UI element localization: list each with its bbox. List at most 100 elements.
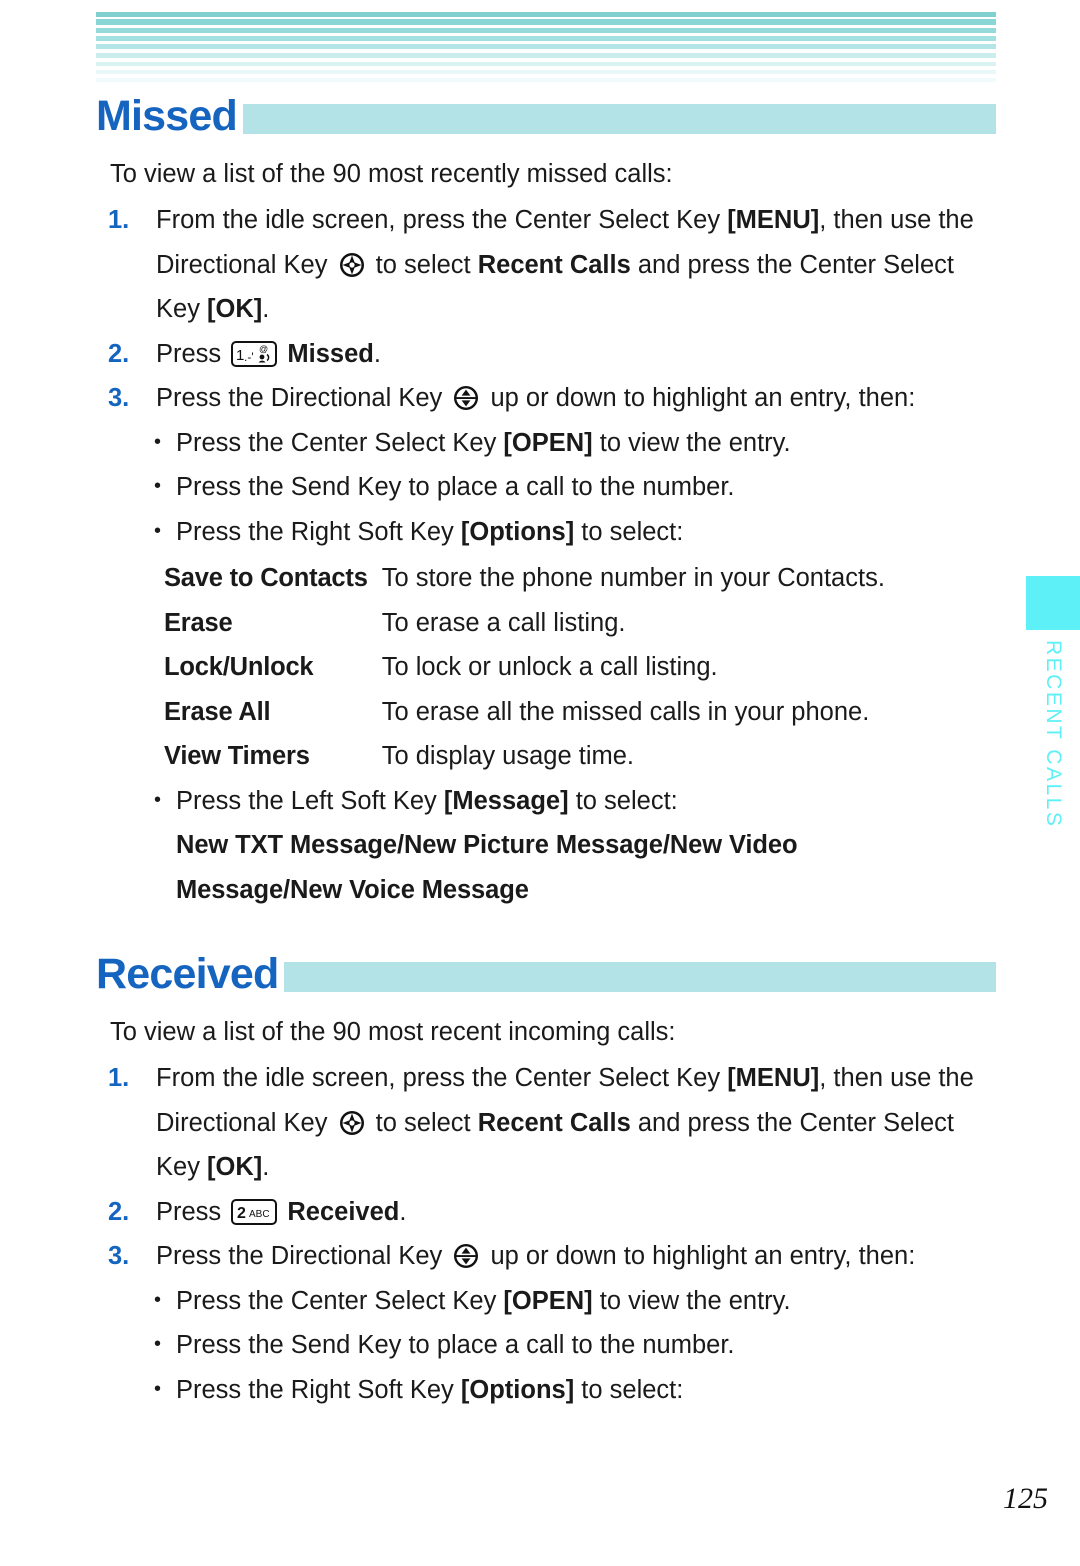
bullet-text-after: to view the entry. [592,428,791,457]
bullet-text-after: to view the entry. [592,1286,791,1315]
step1-fragment-a: From the idle screen, press the Center S… [156,206,728,234]
bullet-bold-options: [Options] [460,517,575,546]
table-row: Save to Contacts To store the phone numb… [164,556,885,601]
message-options-line-2: Message/New Voice Message [176,875,529,904]
option-term: Lock/Unlock [164,653,314,681]
bullet-text-after: to select: [574,1375,684,1404]
step-number: 3. [108,1242,130,1270]
directional-suffix: up or down to highlight an entry, [490,1242,852,1270]
svg-text:.-': .-' [244,350,254,364]
step-3-received: 3. Press the Directional Key up or down … [108,1234,996,1279]
bullet-bold-open: [OPEN] [503,428,593,457]
svg-text:2: 2 [237,1205,246,1222]
intro-text-missed: To view a list of the 90 most recently m… [110,160,673,188]
step-2-missed: 2. Press 1 .-' @ Missed. [108,332,996,377]
bullet-text-before: Press the Right Soft Key [176,517,461,546]
bullet-text-before: Press the Right Soft Key [176,1375,461,1404]
bullet-options: Press the Right Soft Key [Options] to se… [154,1367,996,1413]
step1-fragment-c: to select [368,1108,478,1137]
bullet-text-before: Press the Center Select Key [176,428,504,457]
option-term: Erase [164,608,233,637]
missed-bold-label: Missed [287,339,374,368]
svg-text:@: @ [259,344,268,354]
table-row: Erase All To erase all the missed calls … [164,690,885,735]
step-number: 2. [108,339,130,368]
bullet-open-entry: Press the Center Select Key [OPEN] to vi… [154,1278,996,1324]
bullet-text-before: Press the Left Soft Key [176,786,444,815]
option-term: Erase All [164,697,271,726]
bullet-send-key: Press the Send Key to place a call to th… [154,1322,996,1368]
bullet-open-entry: Press the Center Select Key [OPEN] to vi… [154,420,996,466]
bullet-list-missed: Press the Center Select Key [OPEN] to vi… [154,420,996,555]
side-tab-swatch [1026,576,1080,630]
bullet-options: Press the Right Soft Key [Options] to se… [154,509,996,555]
option-description: To display usage time. [381,742,635,770]
received-bold-label: Received [287,1197,400,1226]
step1-recent-calls-label: Recent Calls [477,250,631,279]
step-2-received: 2. Press 2 ABC Received. [108,1190,996,1235]
page-content: Missed To view a list of the 90 most rec… [91,90,996,1413]
step-3-missed: 3. Press the Directional Key up or down … [108,376,996,421]
step1-ok-label: [OK] [207,1153,263,1181]
key-1-voicemail-icon: 1 .-' @ [231,340,278,367]
step-number: 1. [108,206,130,234]
step-text: Press the Directional Key up or down to … [156,1234,996,1279]
bullet-bold-open: [OPEN] [503,1286,593,1315]
4way-directional-key-icon [338,251,366,279]
directional-suffix: up or down to highlight an entry, [490,384,852,412]
message-options-line-1: New TXT Message/New Picture Message/New … [176,831,798,859]
then-word: then: [858,384,916,412]
option-term: View Timers [164,742,310,770]
then-word: then: [858,1242,916,1270]
option-description: To store the phone number in your Contac… [381,564,885,592]
bullet-text-after: to select: [574,517,684,546]
step-number: 1. [108,1064,130,1092]
decorative-stripes [96,12,996,82]
step-text: Press the Directional Key up or down to … [156,376,996,421]
step1-fragment-c: to select [368,250,478,279]
option-description: To lock or unlock a call listing. [381,653,718,681]
updown-directional-key-icon [452,384,480,412]
step-1-missed: 1. From the idle screen, press the Cente… [108,198,996,332]
period: . [399,1197,407,1226]
step1-menu-label: [MENU] [727,1064,820,1092]
heading-title-missed: Missed [92,90,243,142]
section-heading-missed: Missed [92,90,996,142]
bullet-bold-message: [Message] [443,786,569,815]
step1-recent-calls-label: Recent Calls [477,1108,631,1137]
table-row: Lock/Unlock To lock or unlock a call lis… [164,645,885,690]
option-term: Save to Contacts [164,564,368,592]
directional-prefix: Press the Directional Key [156,384,443,412]
side-tab-label: RECENT CALLS [1042,640,1065,829]
step-text: From the idle screen, press the Center S… [156,1056,996,1190]
options-definition-table: Save to Contacts To store the phone numb… [164,556,885,779]
press-word: Press [156,1197,222,1226]
step-text: Press 2 ABC Received. [156,1190,996,1235]
4way-directional-key-icon [338,1109,366,1137]
key-2-abc-icon: 2 ABC [231,1198,278,1225]
table-row: View Timers To display usage time. [164,734,885,779]
step-text: From the idle screen, press the Center S… [156,198,996,332]
intro-text-received: To view a list of the 90 most recent inc… [110,1018,676,1046]
section-heading-received: Received [91,948,996,1000]
press-word: Press [156,339,222,368]
option-description: To erase all the missed calls in your ph… [381,697,870,726]
step1-ok-label: [OK] [207,295,263,323]
bullet-send-key: Press the Send Key to place a call to th… [154,464,996,510]
step-text: Press 1 .-' @ Missed. [156,332,996,377]
bullet-text-before: Press the Center Select Key [176,1286,504,1315]
step-number: 3. [108,384,130,412]
step1-fragment-e: . [262,295,270,323]
updown-directional-key-icon [452,1242,480,1270]
period: . [373,339,381,368]
bullet-list-received: Press the Center Select Key [OPEN] to vi… [154,1278,996,1413]
step1-fragment-e: . [262,1153,270,1181]
side-tab-recent-calls: RECENT CALLS [1026,576,1080,833]
directional-prefix: Press the Directional Key [156,1242,443,1270]
bullet-text-after: to select: [568,786,678,815]
step1-menu-label: [MENU] [727,206,820,234]
bullet-bold-options: [Options] [460,1375,575,1404]
step-1-received: 1. From the idle screen, press the Cente… [108,1056,996,1190]
table-row: Erase To erase a call listing. [164,601,885,646]
bullet-message-key: Press the Left Soft Key [Message] to sel… [154,778,996,824]
